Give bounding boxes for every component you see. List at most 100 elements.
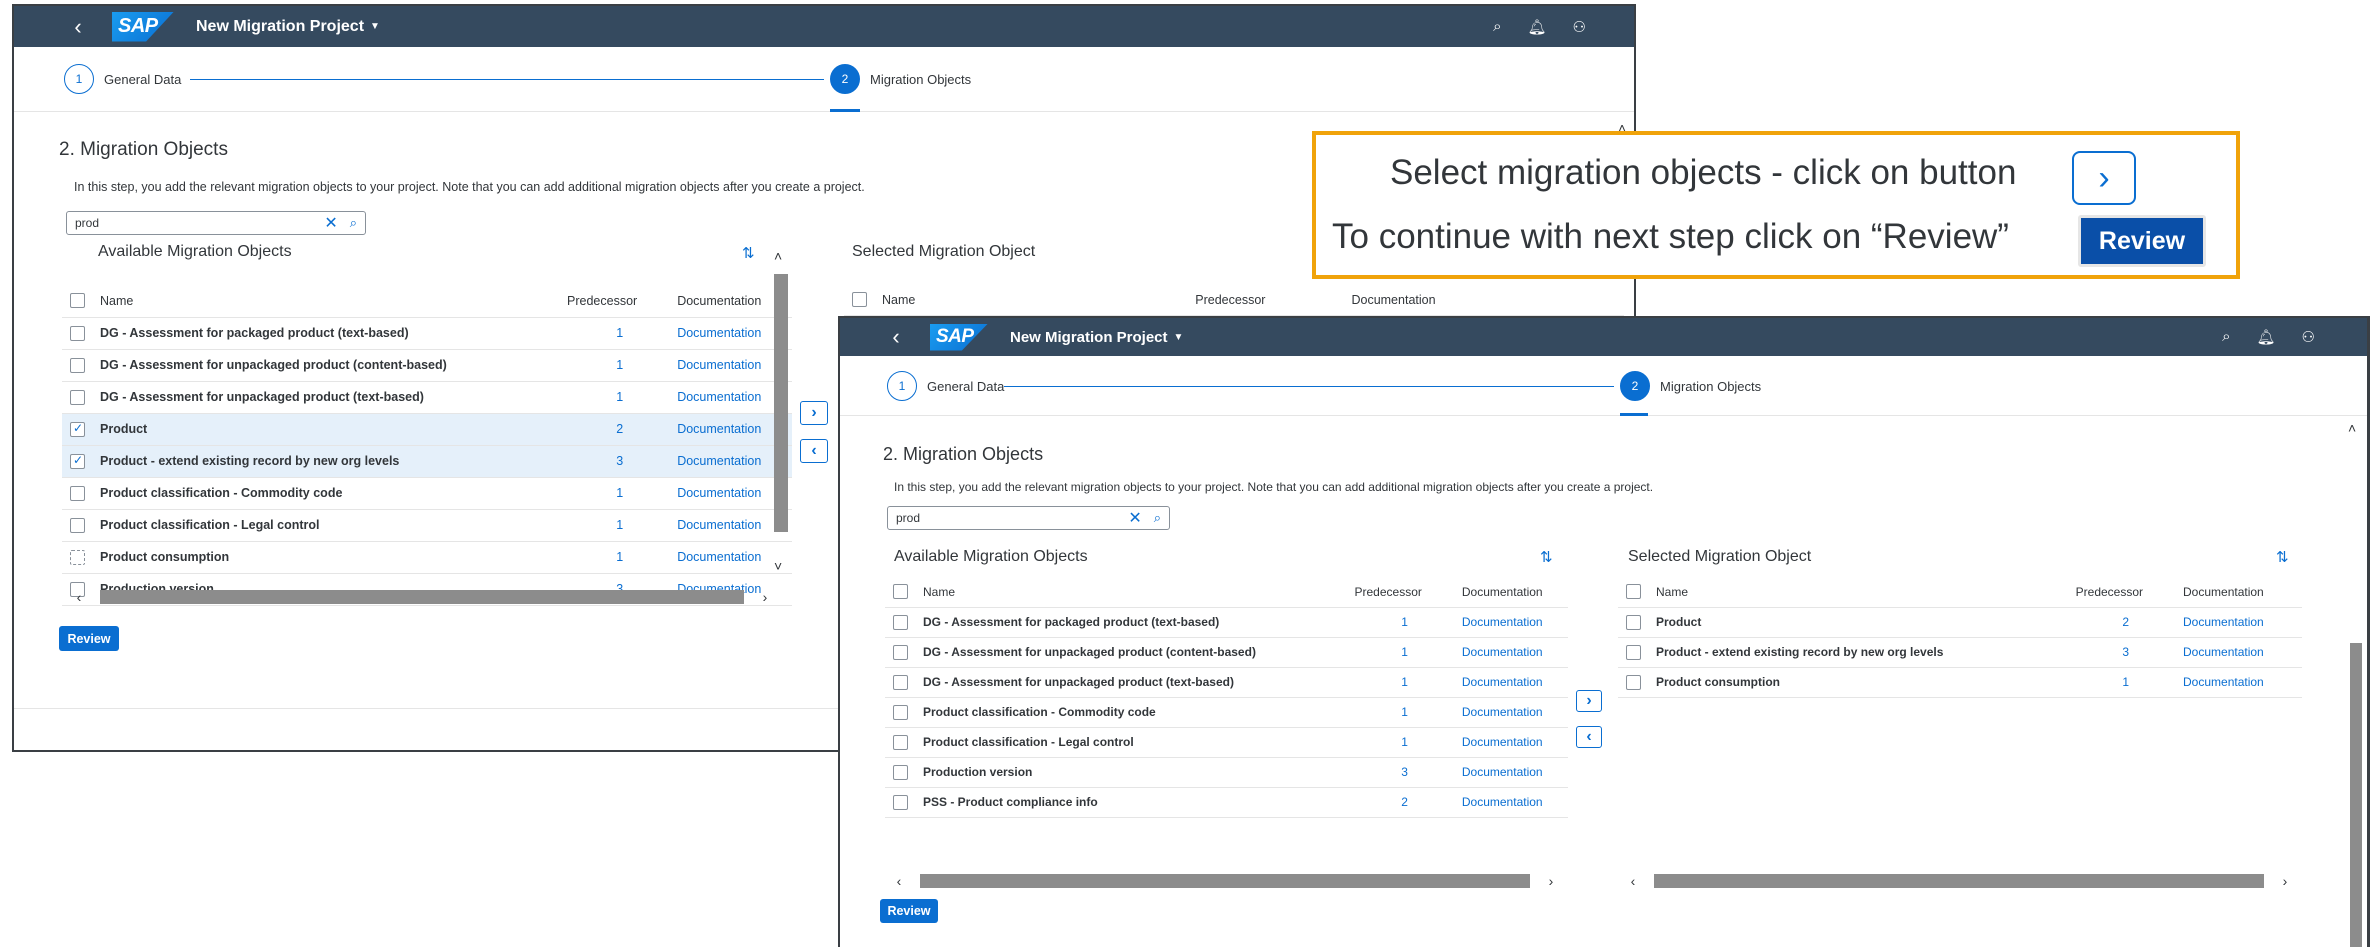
user-icon[interactable]: ⚇ [2302, 328, 2315, 346]
row-documentation-link[interactable]: Documentation [1435, 787, 1568, 818]
table-row[interactable]: PSS - Product compliance info 2 Documentat… [885, 787, 1568, 818]
scroll-right-icon[interactable]: › [1544, 873, 1558, 889]
caret-down-icon[interactable]: ▼ [1174, 332, 1184, 343]
scroll-left-icon[interactable]: ‹ [1626, 873, 1640, 889]
add-to-selected-button[interactable]: › [1576, 690, 1602, 712]
row-checkbox[interactable] [1626, 674, 1641, 690]
user-icon[interactable]: ⚇ [1573, 18, 1586, 36]
row-checkbox[interactable] [893, 734, 908, 750]
table-row[interactable]: Product classification - Commodity code 1… [885, 697, 1568, 728]
search-icon[interactable]: ⌕ [2222, 328, 2230, 346]
row-checkbox[interactable] [1626, 614, 1641, 630]
row-checkbox[interactable] [893, 764, 908, 780]
clear-icon[interactable]: ✕ [324, 213, 337, 233]
caret-down-icon[interactable]: ▼ [370, 21, 380, 32]
app-title[interactable]: New Migration Project [196, 18, 364, 36]
row-documentation-link[interactable]: Documentation [651, 541, 792, 574]
row-documentation-link[interactable]: Documentation [651, 413, 792, 446]
row-documentation-link[interactable]: Documentation [651, 381, 792, 414]
row-checkbox[interactable] [70, 421, 85, 437]
table-row[interactable]: Product - extend existing record by new … [1618, 637, 2302, 668]
row-checkbox[interactable] [893, 674, 908, 690]
row-documentation-link[interactable]: Documentation [651, 509, 792, 542]
horizontal-scrollbar[interactable]: ‹ › [892, 872, 1558, 890]
bell-icon[interactable]: 🔔︎ [1528, 18, 1547, 36]
row-checkbox[interactable] [70, 389, 85, 405]
add-to-selected-button[interactable]: › [800, 401, 828, 425]
column-name[interactable]: Name [882, 285, 973, 316]
search-input[interactable]: prod ✕ ⌕ [66, 211, 366, 235]
scroll-down-icon[interactable]: ˅ [774, 558, 782, 574]
scroll-up-icon[interactable]: ˄ [774, 248, 782, 264]
sort-icon[interactable]: ⇅ [742, 244, 755, 262]
row-predecessor-link[interactable]: 3 [543, 445, 652, 478]
sort-icon[interactable]: ⇅ [1540, 548, 1553, 566]
row-checkbox[interactable] [893, 614, 908, 630]
row-predecessor-link[interactable]: 1 [1335, 697, 1436, 728]
table-row[interactable]: Product2Documentation [62, 413, 792, 446]
table-row[interactable]: Product - extend existing record by new … [62, 445, 792, 478]
row-checkbox[interactable] [70, 325, 85, 341]
row-predecessor-link[interactable]: 2 [1335, 787, 1436, 818]
table-row[interactable]: DG - Assessment for unpackaged product (… [62, 349, 792, 382]
column-predecessor[interactable]: Predecessor [2046, 577, 2158, 608]
row-documentation-link[interactable]: Documentation [651, 349, 792, 382]
step-general-data[interactable]: 1 General Data [887, 371, 1004, 401]
table-row[interactable]: DG - Assessment for unpackaged product (… [62, 381, 792, 414]
table-row[interactable]: Product consumption 1 Documentation [62, 541, 792, 574]
select-all-checkbox[interactable] [893, 584, 908, 600]
row-documentation-link[interactable]: Documentation [1435, 607, 1568, 638]
row-predecessor-link[interactable]: 1 [543, 477, 652, 510]
review-button[interactable]: Review [59, 626, 119, 651]
table-row[interactable]: Product classification - Legal control 1 D… [62, 509, 792, 542]
row-predecessor-link[interactable]: 1 [543, 317, 652, 350]
column-documentation[interactable]: Documentation [1435, 577, 1568, 608]
row-documentation-link[interactable]: Documentation [2157, 637, 2302, 668]
sort-icon[interactable]: ⇅ [2276, 548, 2289, 566]
scroll-left-icon[interactable]: ‹ [72, 589, 86, 605]
column-name[interactable]: Name [100, 285, 544, 318]
row-predecessor-link[interactable]: 3 [1335, 757, 1436, 788]
review-button[interactable]: Review [880, 899, 938, 923]
row-checkbox[interactable] [893, 794, 908, 810]
row-predecessor-link[interactable]: 3 [2046, 637, 2158, 668]
table-row[interactable]: Product classification - Legal control 1 D… [885, 727, 1568, 758]
column-documentation[interactable]: Documentation [2157, 577, 2302, 608]
step-migration-objects[interactable]: 2 Migration Objects [1620, 371, 1761, 401]
table-row[interactable]: Production version 3 Documentation [885, 757, 1568, 788]
select-all-checkbox[interactable] [852, 292, 867, 308]
search-input[interactable]: prod ✕ ⌕ [887, 506, 1170, 530]
table-row[interactable]: DG - Assessment for unpackaged product (… [885, 667, 1568, 698]
search-icon[interactable]: ⌕ [350, 215, 357, 231]
select-all-checkbox[interactable] [70, 293, 85, 309]
row-predecessor-link[interactable]: 1 [1335, 637, 1436, 668]
row-checkbox[interactable] [70, 357, 85, 373]
row-documentation-link[interactable]: Documentation [651, 317, 792, 350]
column-predecessor[interactable]: Predecessor [972, 285, 1326, 316]
vertical-scrollbar[interactable] [774, 274, 788, 532]
chevron-left-icon[interactable]: ‹ [66, 14, 90, 40]
row-documentation-link[interactable]: Documentation [1435, 697, 1568, 728]
scroll-right-icon[interactable]: › [758, 589, 772, 605]
table-row[interactable]: Product classification - Commodity code 1… [62, 477, 792, 510]
table-row[interactable]: DG - Assessment for packaged product (te… [62, 317, 792, 350]
row-documentation-link[interactable]: Documentation [2157, 607, 2302, 638]
row-checkbox[interactable] [893, 644, 908, 660]
column-predecessor[interactable]: Predecessor [543, 285, 652, 318]
row-checkbox[interactable] [70, 485, 85, 501]
row-predecessor-link[interactable]: 1 [543, 381, 652, 414]
search-icon[interactable]: ⌕ [1493, 18, 1501, 36]
row-checkbox[interactable] [893, 704, 908, 720]
page-vertical-scrollbar[interactable] [2350, 643, 2362, 947]
row-documentation-link[interactable]: Documentation [1435, 637, 1568, 668]
row-predecessor-link[interactable]: 1 [1335, 607, 1436, 638]
row-predecessor-link[interactable]: 2 [543, 413, 652, 446]
horizontal-scrollbar[interactable]: ‹ › [1626, 872, 2292, 890]
row-documentation-link[interactable]: Documentation [1435, 757, 1568, 788]
table-row[interactable]: DG - Assessment for unpackaged product (… [885, 637, 1568, 668]
row-predecessor-link[interactable]: 1 [543, 541, 652, 574]
remove-from-selected-button[interactable]: ‹ [1576, 726, 1602, 748]
clear-icon[interactable]: ✕ [1128, 508, 1141, 528]
chevron-left-icon[interactable]: ‹ [884, 324, 908, 350]
row-predecessor-link[interactable]: 2 [2046, 607, 2158, 638]
